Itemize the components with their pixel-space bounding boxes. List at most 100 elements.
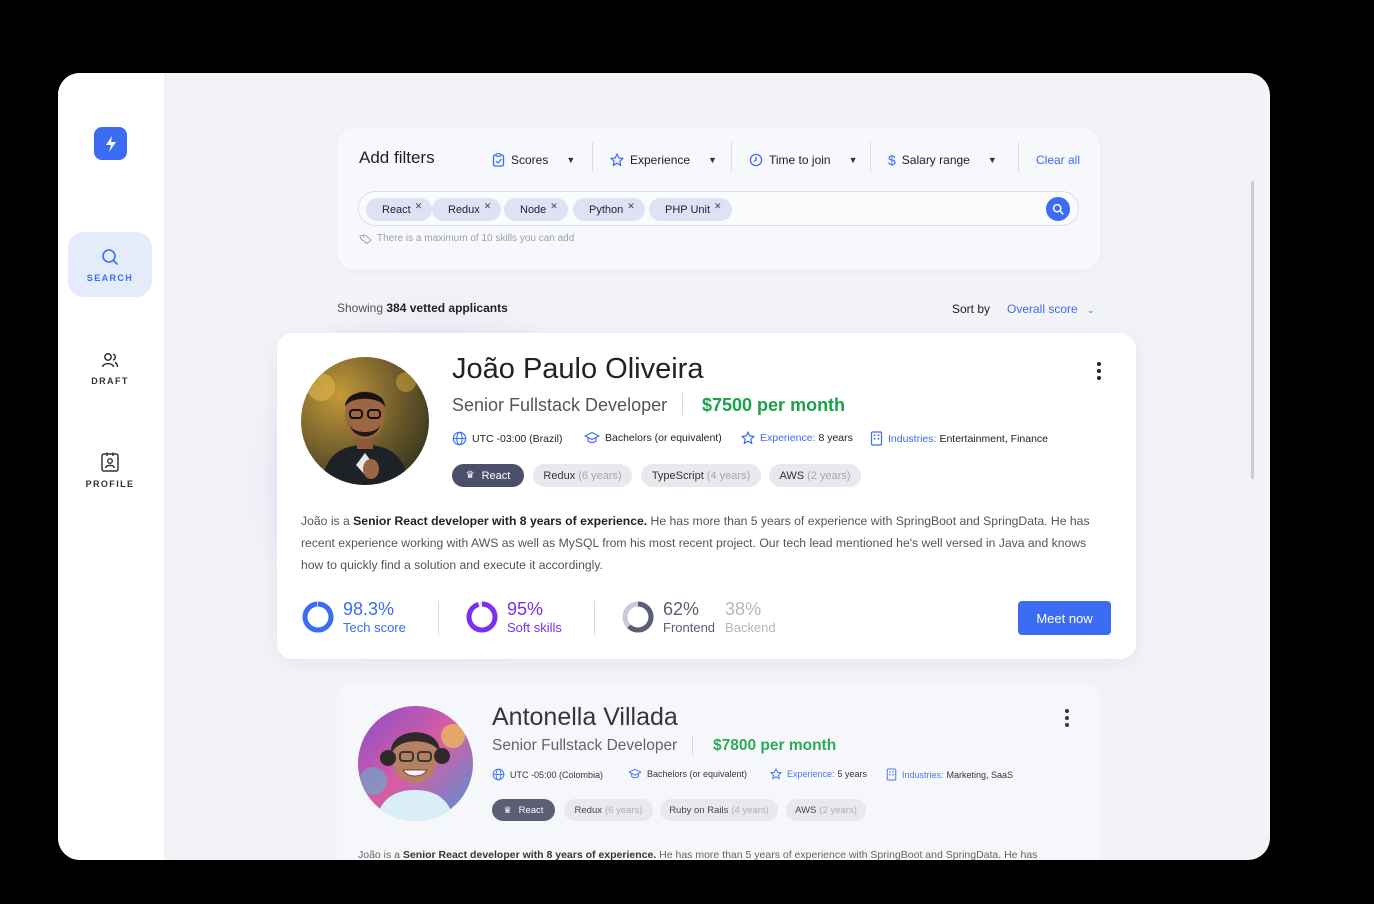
scores-dropdown[interactable]: Scores ▼ (492, 148, 575, 172)
nav-profile[interactable]: PROFILE (68, 437, 152, 502)
skill-tag: ♛ React (492, 799, 555, 821)
skill-tag-years: (6 years) (578, 469, 622, 482)
skill-tag-years: (4 years) (731, 804, 769, 816)
skill-tag-name: React (518, 804, 544, 816)
nav-search-label: SEARCH (86, 272, 134, 283)
star-icon (610, 153, 624, 167)
results-prefix: Showing (337, 301, 384, 315)
desc-rest: He has more than 5 years of experience w… (656, 849, 1038, 860)
frontend-ring (622, 601, 654, 633)
skill-chip[interactable]: React ✕ (366, 198, 433, 221)
skill-chip-label: Redux (448, 203, 480, 216)
users-icon (101, 352, 119, 367)
time-to-join-label: Time to join (769, 153, 831, 167)
skill-chip[interactable]: Node ✕ (504, 198, 568, 221)
globe-icon (492, 768, 505, 781)
search-icon (102, 248, 118, 265)
timezone-text: UTC -05:00 (Colombia) (510, 769, 604, 780)
skill-tag-years: (6 years) (604, 804, 643, 816)
candidate-name[interactable]: João Paulo Oliveira (452, 353, 703, 386)
id-badge-icon (101, 452, 119, 472)
experience-key: Experience: (760, 432, 816, 444)
skill-tag: Redux (6 years) (533, 464, 632, 487)
skill-chip-label: PHP Unit (665, 203, 711, 216)
skill-chip[interactable]: Python ✕ (573, 198, 645, 221)
skill-chip[interactable]: PHP Unit ✕ (649, 198, 732, 221)
education-text: Bachelors (or equivalent) (647, 768, 748, 779)
desc-prefix: João is a (301, 514, 354, 528)
tech-score: 98.3% Tech score (301, 599, 406, 635)
industries-key: Industries: (888, 432, 937, 445)
skill-tag-name: AWS (795, 804, 817, 816)
skill-tag: ♛ React (452, 464, 524, 487)
scrollbar[interactable] (1251, 181, 1254, 479)
nav-search[interactable]: SEARCH (68, 232, 152, 297)
results-count-value: 384 vetted applicants (386, 301, 508, 315)
tech-score-label: Tech score (343, 620, 406, 635)
close-icon[interactable]: ✕ (484, 201, 492, 212)
skill-tag-years: (2 years) (819, 804, 857, 816)
industries: Industries: Marketing, SaaS (886, 768, 1013, 781)
frontend-backend-split: 62% Frontend 38% Backend (621, 599, 776, 635)
experience-value: 5 years (837, 769, 868, 779)
candidate-role: Senior Fullstack Developer (452, 395, 668, 415)
divider (594, 601, 595, 635)
graduation-cap-icon (628, 768, 642, 779)
frontend-label: Frontend (663, 620, 716, 635)
app-window: SEARCH DRAFT PROFILE Add filters Scores … (58, 73, 1270, 860)
more-options-icon[interactable] (1065, 709, 1069, 727)
main-content: Add filters Scores ▼ Experience ▼ Time t… (164, 73, 1270, 860)
divider (692, 736, 693, 756)
skill-tag-name: React (481, 469, 511, 482)
desc-highlight: Senior React developer with 8 years of e… (353, 514, 648, 528)
tech-score-ring (302, 601, 334, 633)
graduation-cap-icon (584, 431, 600, 444)
candidate-card: Antonella Villada Senior Fullstack Devel… (337, 684, 1100, 860)
skill-tag-name: Ruby on Rails (669, 804, 729, 816)
experience-dropdown[interactable]: Experience ▼ (610, 148, 717, 172)
search-icon (1052, 203, 1064, 215)
close-icon[interactable]: ✕ (627, 201, 635, 212)
skill-chip[interactable]: Redux ✕ (432, 198, 502, 221)
more-options-icon[interactable] (1097, 362, 1101, 380)
skill-tag-years: (2 years) (807, 469, 851, 482)
backend-label: Backend (725, 620, 776, 635)
skill-tag-years: (4 years) (706, 469, 751, 482)
results-count: Showing 384 vetted applicants (337, 301, 508, 315)
skills-input[interactable]: React ✕ Redux ✕ Node ✕ Python ✕ PHP Unit ✕ (358, 191, 1079, 226)
crown-icon: ♛ (503, 804, 512, 815)
timezone: UTC -03:00 (Brazil) (452, 431, 562, 446)
avatar (301, 357, 429, 485)
search-button[interactable] (1046, 197, 1070, 221)
app-logo[interactable] (94, 127, 127, 160)
experience-label: Experience (630, 153, 691, 167)
sort-dropdown[interactable]: Overall score ⌄ (1007, 302, 1095, 316)
meet-now-button[interactable]: Meet now (1018, 601, 1111, 635)
divider (870, 142, 871, 172)
nav-draft[interactable]: DRAFT (68, 335, 152, 400)
divider (731, 142, 732, 172)
timezone: UTC -05:00 (Colombia) (492, 768, 603, 781)
scores-label: Scores (511, 153, 549, 167)
clear-all-link[interactable]: Clear all (1036, 153, 1080, 167)
skill-tag: TypeScript (4 years) (641, 464, 761, 487)
close-icon[interactable]: ✕ (415, 201, 423, 212)
sort-label: Sort by (952, 302, 991, 316)
chevron-down-icon: ▼ (566, 155, 576, 165)
building-icon (886, 768, 897, 781)
close-icon[interactable]: ✕ (714, 201, 722, 212)
dollar-icon: $ (888, 152, 896, 168)
education: Bachelors (or equivalent) (584, 431, 722, 444)
experience-value: 8 years (818, 432, 853, 444)
time-to-join-dropdown[interactable]: Time to join ▼ (749, 148, 858, 172)
chevron-down-icon: ▼ (848, 155, 858, 165)
close-icon[interactable]: ✕ (550, 201, 558, 212)
building-icon (870, 431, 883, 446)
candidate-name[interactable]: Antonella Villada (492, 703, 678, 732)
salary-range-dropdown[interactable]: $ Salary range ▼ (888, 148, 997, 172)
frontend-value: 62% (663, 599, 700, 619)
clock-icon (749, 153, 763, 167)
chevron-down-icon: ▼ (708, 155, 717, 165)
desc-prefix: João is a (358, 849, 403, 860)
skill-tag: Ruby on Rails (4 years) (660, 799, 778, 821)
